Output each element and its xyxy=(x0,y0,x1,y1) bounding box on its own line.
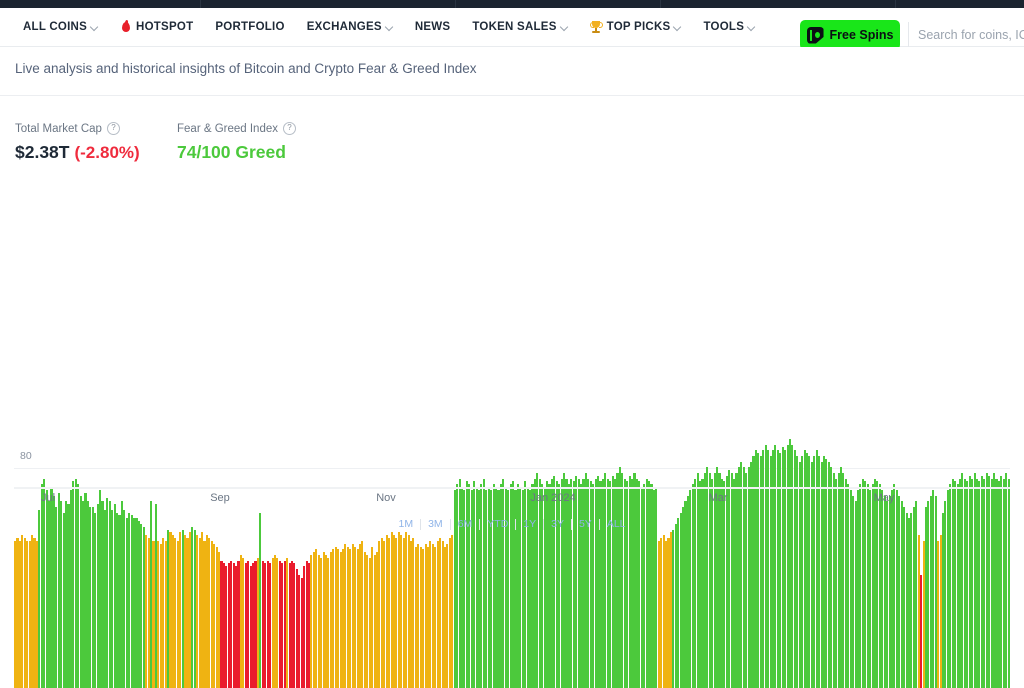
x-axis-tick-label: Sep xyxy=(210,492,230,504)
x-axis-tick-label: Nov xyxy=(376,492,396,504)
chevron-down-icon xyxy=(91,23,98,30)
range-option-5y[interactable]: 5Y xyxy=(572,519,600,530)
range-selector[interactable]: 1M3M6MYTD1Y3Y5YALL xyxy=(0,519,1024,530)
flame-icon xyxy=(120,20,132,34)
fear-greed-label: Fear & Greed Index xyxy=(177,123,278,135)
chart-bar xyxy=(1008,479,1010,688)
range-option-6m[interactable]: 6M xyxy=(451,519,481,530)
free-spins-button[interactable]: Free Spins xyxy=(800,20,900,50)
chevron-down-icon xyxy=(748,23,755,30)
search-input[interactable]: Search for coins, ICO xyxy=(918,20,1024,50)
trophy-icon xyxy=(590,20,603,34)
x-axis-labels: Jul Sep Nov Jan 2024 Mar May xyxy=(0,492,1024,510)
range-option-all[interactable]: ALL xyxy=(600,519,633,530)
chart-axis-line xyxy=(14,487,1010,489)
fear-greed-value: 74/100 Greed xyxy=(177,142,286,163)
page-subtitle: Live analysis and historical insights of… xyxy=(15,61,477,76)
nav-item-label: TOKEN SALES xyxy=(472,21,556,33)
nav-item-all-coins[interactable]: ALL COINS xyxy=(12,8,109,46)
range-option-3y[interactable]: 3Y xyxy=(544,519,572,530)
market-cap-value: $2.38T xyxy=(15,142,69,163)
stats-row: Total Market Cap ? $2.38T (-2.80%) Fear … xyxy=(15,122,296,163)
nav-item-label: NEWS xyxy=(415,21,451,33)
nav-item-exchanges[interactable]: EXCHANGES xyxy=(296,8,404,46)
top-strip-divider xyxy=(895,0,896,8)
nav-item-label: TOOLS xyxy=(703,21,744,33)
range-option-ytd[interactable]: YTD xyxy=(480,519,516,530)
nav-item-portfolio[interactable]: PORTFOLIO xyxy=(204,8,295,46)
range-option-1y[interactable]: 1Y xyxy=(516,519,544,530)
subtitle-bar: Live analysis and historical insights of… xyxy=(0,47,1024,96)
nav-item-tools[interactable]: TOOLS xyxy=(692,8,766,46)
nav-item-label: PORTFOLIO xyxy=(215,21,284,33)
nav-items: ALL COINS HOTSPOT PORTFOLIO EXCHANGES NEWS TO… xyxy=(12,8,766,46)
nav-item-token-sales[interactable]: TOKEN SALES xyxy=(461,8,578,46)
x-axis-tick-label: Mar xyxy=(709,492,728,504)
brand-logo-icon xyxy=(807,27,824,44)
top-strip-divider xyxy=(455,0,456,8)
top-strip-divider xyxy=(660,0,661,8)
x-axis-tick-label: Jan 2024 xyxy=(530,492,575,504)
top-strip-divider xyxy=(200,0,201,8)
nav-item-label: HOTSPOT xyxy=(136,21,193,33)
market-cap-delta: (-2.80%) xyxy=(74,143,139,163)
x-axis-tick-label: Jul xyxy=(41,492,55,504)
nav-divider xyxy=(908,22,909,48)
nav-item-label: ALL COINS xyxy=(23,21,87,33)
chevron-down-icon xyxy=(386,23,393,30)
free-spins-label: Free Spins xyxy=(830,28,894,42)
nav-item-hotspot[interactable]: HOTSPOT xyxy=(109,8,204,46)
chevron-down-icon xyxy=(561,23,568,30)
fear-greed-chart[interactable]: 80 xyxy=(0,200,1024,490)
page-root: ALL COINS HOTSPOT PORTFOLIO EXCHANGES NEWS TO… xyxy=(0,0,1024,535)
search-placeholder: Search for coins, ICO xyxy=(918,28,1024,42)
question-mark-icon[interactable]: ? xyxy=(107,122,120,135)
range-option-1m[interactable]: 1M xyxy=(392,519,422,530)
nav-item-label: EXCHANGES xyxy=(307,21,382,33)
range-option-3m[interactable]: 3M xyxy=(421,519,451,530)
stat-fear-greed: Fear & Greed Index ? 74/100 Greed xyxy=(177,122,296,163)
market-cap-label: Total Market Cap xyxy=(15,123,102,135)
x-axis-tick-label: May xyxy=(874,492,895,504)
nav-item-news[interactable]: NEWS xyxy=(404,8,462,46)
stat-total-market-cap: Total Market Cap ? $2.38T (-2.80%) xyxy=(15,122,177,163)
question-mark-icon[interactable]: ? xyxy=(283,122,296,135)
top-strip xyxy=(0,0,1024,8)
chevron-down-icon xyxy=(674,23,681,30)
chart-bars xyxy=(14,405,1010,688)
nav-item-label: TOP PICKS xyxy=(607,21,671,33)
main-navbar: ALL COINS HOTSPOT PORTFOLIO EXCHANGES NEWS TO… xyxy=(0,8,1024,47)
nav-item-top-picks[interactable]: TOP PICKS xyxy=(579,8,693,46)
